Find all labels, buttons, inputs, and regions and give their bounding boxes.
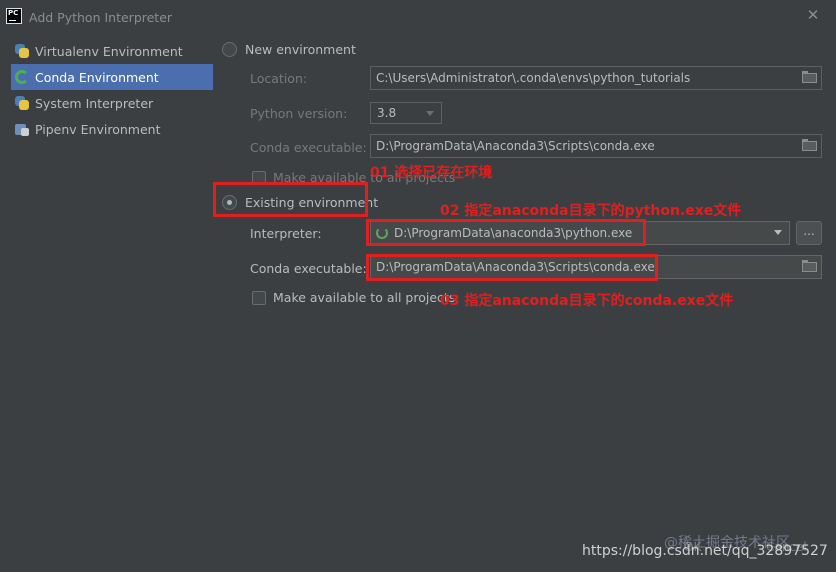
highlight-box-conda (366, 254, 658, 281)
location-value: C:\Users\Administrator\.conda\envs\pytho… (376, 71, 691, 85)
new-conda-executable-field[interactable]: D:\ProgramData\Anaconda3\Scripts\conda.e… (370, 134, 822, 158)
highlight-box-interpreter (366, 219, 646, 246)
python-version-label: Python version: (250, 106, 348, 121)
annotation-step-1: 01 选择已存在环境 (370, 165, 493, 181)
annotation-step-3: 03 指定anaconda目录下的conda.exe文件 (440, 293, 734, 309)
python-icon (14, 95, 30, 111)
chevron-down-icon (426, 111, 434, 116)
conda-executable-label: Conda executable: (250, 261, 367, 276)
location-label: Location: (250, 71, 308, 86)
browse-interpreter-button[interactable]: ... (796, 221, 822, 245)
sidebar-item-label: System Interpreter (35, 95, 154, 111)
python-version-select[interactable]: 3.8 (370, 102, 442, 124)
location-field[interactable]: C:\Users\Administrator\.conda\envs\pytho… (370, 66, 822, 90)
sidebar-item-virtualenv[interactable]: Virtualenv Environment (0, 38, 214, 64)
sidebar-item-label: Conda Environment (35, 69, 159, 85)
folder-icon[interactable] (802, 260, 817, 272)
conda-icon (15, 70, 29, 84)
annotation-step-2: 02 指定anaconda目录下的python.exe文件 (440, 203, 742, 219)
pipenv-icon (14, 121, 30, 137)
window-title: Add Python Interpreter (29, 10, 173, 25)
interpreter-label: Interpreter: (250, 226, 322, 241)
folder-icon[interactable] (802, 139, 817, 151)
sidebar-item-pipenv[interactable]: Pipenv Environment (0, 116, 214, 142)
highlight-box-existing (213, 182, 368, 217)
sidebar-item-conda[interactable]: Conda Environment (11, 64, 213, 90)
sidebar-item-system[interactable]: System Interpreter (0, 90, 214, 116)
make-available-label: Make available to all projects (273, 290, 456, 305)
checkbox[interactable] (252, 290, 266, 305)
conda-executable-value: D:\ProgramData\Anaconda3\Scripts\conda.e… (376, 139, 655, 153)
new-environment-radio[interactable]: New environment (222, 42, 356, 57)
close-icon[interactable]: ✕ (806, 8, 820, 23)
new-environment-label: New environment (245, 42, 356, 57)
sidebar-item-label: Pipenv Environment (35, 121, 161, 137)
pycharm-logo-icon: PC (6, 8, 22, 24)
sidebar-item-label: Virtualenv Environment (35, 43, 183, 59)
radio-button[interactable] (222, 42, 237, 57)
python-icon (14, 43, 30, 59)
chevron-down-icon (774, 230, 782, 235)
csdn-watermark: https://blog.csdn.net/qq_32897527 (582, 543, 828, 559)
python-version-value: 3.8 (377, 106, 397, 120)
title-bar: PC Add Python Interpreter ✕ (0, 0, 836, 36)
folder-icon[interactable] (802, 71, 817, 83)
make-available-checkbox[interactable]: Make available to all projects (252, 290, 455, 305)
sidebar: Virtualenv Environment Conda Environment… (0, 38, 214, 142)
conda-executable-label: Conda executable: (250, 140, 367, 155)
